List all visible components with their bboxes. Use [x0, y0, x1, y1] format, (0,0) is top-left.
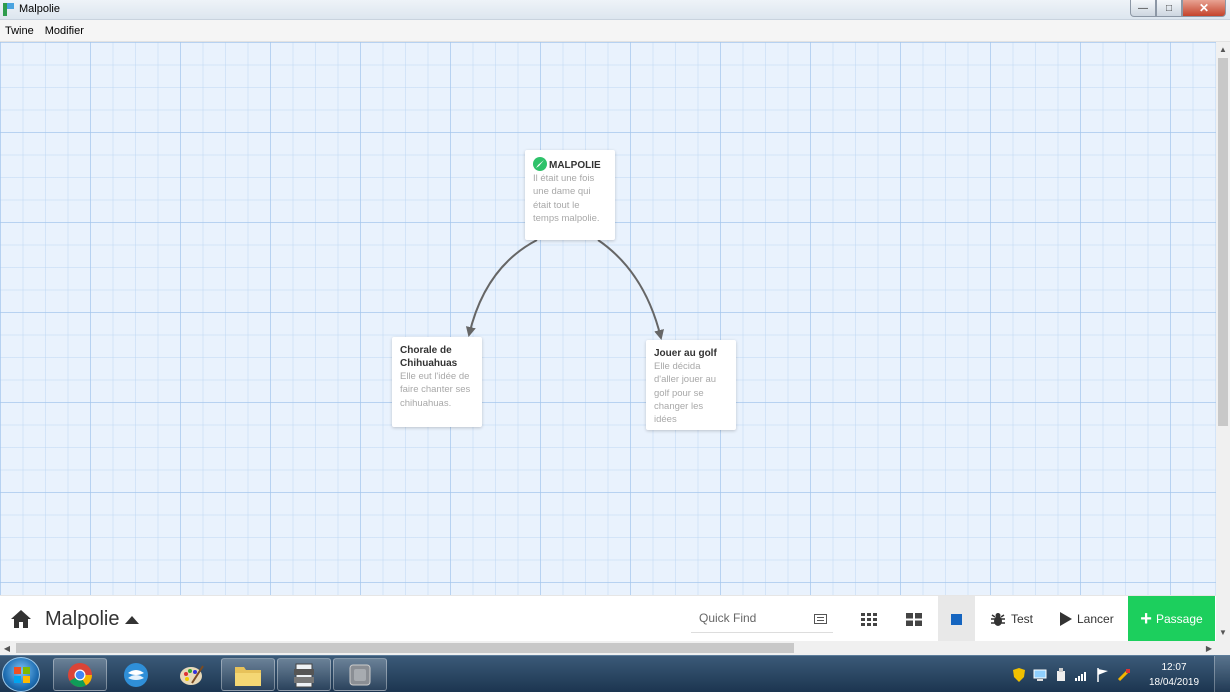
scroll-up-arrow-icon[interactable]: ▲ — [1216, 42, 1230, 56]
taskbar-paint[interactable] — [165, 658, 219, 691]
show-desktop-button[interactable] — [1214, 656, 1230, 692]
network-tray-icon[interactable] — [1033, 668, 1047, 682]
twine-app-icon — [349, 664, 371, 685]
scroll-right-arrow-icon[interactable]: ▶ — [1202, 641, 1216, 655]
taskbar-chrome[interactable] — [53, 658, 107, 691]
windows-start-button[interactable] — [2, 657, 40, 692]
system-tray — [1012, 656, 1138, 692]
passage-excerpt: Elle décida d'aller jouer au golf pour s… — [654, 361, 717, 426]
window-controls: — □ ✕ — [1130, 0, 1226, 18]
menu-modifier[interactable]: Modifier — [45, 25, 84, 37]
vertical-scroll-thumb[interactable] — [1218, 58, 1228, 426]
scroll-down-arrow-icon[interactable]: ▼ — [1216, 625, 1230, 639]
passage-card-chorale[interactable]: Chorale de Chihuahuas Elle eut l'idée de… — [392, 337, 482, 427]
story-map[interactable]: MALPOLIE Il était une fois une dame qui … — [0, 42, 1216, 595]
taskbar-twine-app[interactable] — [333, 658, 387, 691]
battery-power-icon[interactable] — [1117, 668, 1131, 682]
zoom-medium-grid-icon[interactable] — [897, 596, 931, 642]
plus-icon: + — [1140, 608, 1152, 630]
passage-excerpt: Il était une fois une dame qui était tou… — [533, 173, 600, 224]
link-arrow-chorale — [465, 239, 538, 337]
test-label: Test — [1011, 612, 1034, 626]
passage-card-golf[interactable]: Jouer au golf Elle décida d'aller jouer … — [646, 340, 736, 430]
shield-icon[interactable] — [1012, 667, 1026, 682]
paint-icon — [180, 664, 204, 685]
story-details-icon[interactable] — [810, 596, 830, 642]
taskbar-clock[interactable]: 12:07 18/04/2019 — [1146, 660, 1202, 690]
passage-card-start[interactable]: MALPOLIE Il était une fois une dame qui … — [525, 150, 615, 240]
archive-icon — [294, 663, 314, 687]
new-passage-button[interactable]: + Passage — [1128, 596, 1215, 642]
clock-time: 12:07 — [1161, 662, 1187, 673]
passage-title: MALPOLIE — [549, 160, 601, 171]
scrollbar-corner — [1216, 641, 1230, 655]
clock-date: 18/04/2019 — [1148, 677, 1200, 688]
windows-taskbar: 12:07 18/04/2019 — [0, 655, 1230, 692]
menu-bar: Twine Modifier — [0, 20, 1230, 42]
taskbar-archive[interactable] — [277, 658, 331, 691]
horizontal-scrollbar[interactable]: ◀ ▶ — [0, 641, 1216, 655]
explorer-icon — [235, 666, 261, 686]
close-button[interactable]: ✕ — [1182, 0, 1226, 17]
minimize-button[interactable]: — — [1130, 0, 1156, 17]
thunderbird-icon — [124, 662, 148, 687]
usb-device-icon[interactable] — [1054, 667, 1068, 682]
test-button[interactable]: Test — [990, 596, 1033, 642]
passage-excerpt: Elle eut l'idée de faire chanter ses chi… — [400, 371, 471, 409]
action-center-flag-icon[interactable] — [1096, 667, 1110, 682]
windows-logo-icon — [14, 667, 30, 683]
rocket-start-icon — [533, 157, 547, 171]
home-icon[interactable] — [10, 609, 32, 629]
signal-bars-icon[interactable] — [1075, 668, 1089, 682]
play-label: Lancer — [1077, 612, 1114, 626]
taskbar-thunderbird[interactable] — [109, 658, 163, 691]
zoom-large-square-icon[interactable] — [938, 596, 975, 642]
play-button[interactable]: Lancer — [1060, 596, 1114, 642]
bug-icon — [991, 612, 1005, 626]
passage-title: Jouer au golf — [654, 348, 717, 359]
story-title[interactable]: Malpolie — [45, 608, 119, 631]
window-title: Malpolie — [19, 3, 60, 15]
scroll-left-arrow-icon[interactable]: ◀ — [0, 641, 14, 655]
chrome-icon — [68, 662, 92, 687]
story-toolbar: Malpolie Test Lancer — [0, 595, 1216, 642]
vertical-scrollbar[interactable]: ▲ ▼ — [1216, 42, 1230, 641]
maximize-button[interactable]: □ — [1156, 0, 1182, 17]
horizontal-scroll-thumb[interactable] — [16, 643, 794, 653]
menu-twine[interactable]: Twine — [5, 25, 34, 37]
passage-links — [465, 239, 664, 340]
twine-logo-icon — [3, 3, 14, 16]
window-title-bar: Malpolie — □ ✕ — [0, 0, 1230, 20]
play-icon — [1060, 612, 1072, 626]
zoom-small-grid-icon[interactable] — [852, 596, 886, 642]
passage-title: Chorale de Chihuahuas — [400, 345, 458, 369]
new-passage-label: Passage — [1155, 612, 1203, 626]
link-arrow-golf — [597, 239, 664, 340]
caret-up-icon[interactable] — [125, 616, 139, 624]
taskbar-explorer[interactable] — [221, 658, 275, 691]
